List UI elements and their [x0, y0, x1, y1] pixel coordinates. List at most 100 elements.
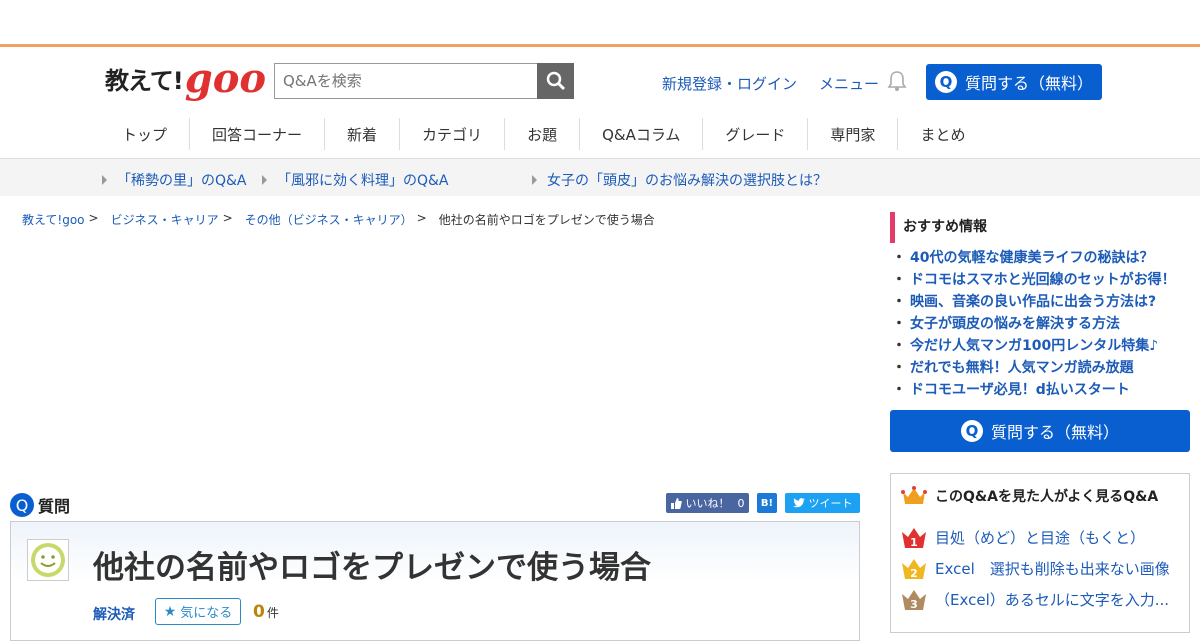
recommend-item-label: 女子が頭皮の悩みを解決する方法 — [910, 316, 1120, 332]
nav-answer-corner[interactable]: 回答コーナー — [190, 118, 326, 150]
bullet: ・ — [892, 338, 906, 354]
nav-top[interactable]: トップ — [100, 118, 191, 150]
nav-expert[interactable]: 専門家 — [808, 118, 899, 150]
recommend-title: おすすめ情報 — [890, 212, 1190, 243]
recommend-item-label: ドコモユーザ必見！d払いスタート — [910, 382, 1130, 398]
subnav-link[interactable]: 「風邪に効く料理」のQ&A — [262, 170, 449, 190]
search-bar — [274, 63, 574, 99]
watch-button[interactable]: ★ 気になる — [155, 598, 241, 625]
recommend-item-label: 今だけ人気マンガ100円レンタル特集♪ — [910, 338, 1159, 354]
site-header: 教えて! goo 新規登録・ログイン メニュー Q 質問する（無料） — [0, 47, 1200, 113]
nav-qa-column[interactable]: Q&Aコラム — [580, 118, 704, 150]
twitter-bird-icon — [792, 498, 805, 508]
bullet: ・ — [892, 360, 906, 376]
recommend-item-label: ドコモはスマホと光回線のセットがお得！ — [910, 272, 1176, 288]
avatar[interactable] — [27, 539, 69, 581]
facebook-like-button[interactable]: いいね！ 0 — [666, 493, 749, 513]
rank-number: 3 — [910, 598, 918, 611]
watch-count: 0件 — [253, 602, 279, 622]
ask-question-button[interactable]: Q 質問する（無料） — [926, 64, 1102, 100]
search-icon — [546, 71, 565, 91]
rank-2-crown-icon: 2 — [902, 558, 926, 580]
bullet: ・ — [892, 250, 906, 266]
resolved-status: 解決済 — [93, 607, 135, 623]
recommend-item[interactable]: ・ドコモはスマホと光回線のセットがお得！ — [890, 269, 1190, 291]
watch-label: 気になる — [180, 606, 233, 621]
sidebar-ask-label: 質問する（無料） — [990, 423, 1119, 442]
triangle-right-icon — [532, 175, 537, 185]
watch-count-unit: 件 — [266, 606, 279, 620]
star-icon: ★ — [163, 603, 177, 620]
rank-number: 2 — [910, 567, 918, 580]
recommend-item-label: 40代の気軽な健康美ライフの秘訣は？ — [910, 250, 1154, 266]
recommend-item[interactable]: ・女子が頭皮の悩みを解決する方法 — [890, 313, 1190, 335]
header-links: 新規登録・ログイン メニュー — [662, 73, 879, 94]
tweet-label: ツイート — [808, 497, 853, 510]
related-ranking-title-label: このQ&Aを見た人がよく見るQ&A — [935, 489, 1159, 505]
breadcrumb: 教えて!goo > ビジネス・キャリア > その他（ビジネス・キャリア） > 他… — [22, 211, 655, 228]
tweet-button[interactable]: ツイート — [785, 493, 860, 513]
recommend-item[interactable]: ・映画、音楽の良い作品に出会う方法は? — [890, 291, 1190, 313]
breadcrumb-separator: > — [88, 211, 99, 225]
thumbs-up-icon — [670, 497, 682, 509]
related-ranking-list: 1 目処（めど）と目途（もくと） 2 Excel 選択も削除も出来ない画像 3 … — [901, 522, 1179, 615]
ranking-item[interactable]: 2 Excel 選択も削除も出来ない画像 — [901, 553, 1179, 584]
search-button[interactable] — [537, 63, 574, 99]
subnav-link-label: 「稀勢の里」のQ&A — [117, 173, 247, 189]
bullet: ・ — [892, 316, 906, 332]
like-label: いいね！ — [685, 497, 730, 510]
rank-3-crown-icon: 3 — [902, 589, 926, 611]
like-count: 0 — [737, 496, 745, 510]
watch-count-value: 0 — [253, 602, 265, 622]
login-link[interactable]: 新規登録・ログイン — [662, 73, 797, 94]
breadcrumb-category[interactable]: ビジネス・キャリア — [111, 211, 219, 228]
nav-theme[interactable]: お題 — [505, 118, 581, 150]
site-logo[interactable]: 教えて! goo — [105, 55, 267, 102]
nav-category[interactable]: カテゴリ — [400, 118, 506, 150]
nav-matome[interactable]: まとめ — [898, 118, 987, 150]
recommend-item[interactable]: ・今だけ人気マンガ100円レンタル特集♪ — [890, 335, 1190, 357]
ranking-item-label: Excel 選択も削除も出来ない画像 — [935, 560, 1170, 578]
ranking-item-label: 目処（めど）と目途（もくと） — [935, 529, 1146, 547]
smiley-face-icon — [31, 543, 65, 577]
recommend-item-label: だれでも無料！人気マンガ読み放題 — [910, 360, 1134, 376]
question-section-label: 質問 — [38, 497, 71, 516]
ranking-item-label: （Excel）あるセルに文字を入力... — [935, 591, 1170, 609]
rank-1-crown-icon: 1 — [902, 527, 926, 549]
search-input[interactable] — [274, 63, 537, 99]
breadcrumb-separator: > — [222, 211, 233, 225]
recommend-item[interactable]: ・ 40代の気軽な健康美ライフの秘訣は？ — [890, 247, 1190, 269]
global-nav: トップ 回答コーナー 新着 カテゴリ お題 Q&Aコラム グレード 専門家 まと… — [100, 117, 987, 151]
subnav-link-label: 「風邪に効く料理」のQ&A — [277, 173, 449, 189]
subnav-link[interactable]: 女子の「頭皮」のお悩み解決の選択肢とは？ — [532, 170, 827, 190]
topic-subnav: 「稀勢の里」のQ&A 「風邪に効く料理」のQ&A 女子の「頭皮」のお悩み解決の選… — [0, 158, 1200, 196]
logo-text: 教えて! — [105, 67, 184, 95]
sidebar: おすすめ情報 ・ 40代の気軽な健康美ライフの秘訣は？ ・ドコモはスマホと光回線の… — [890, 212, 1190, 633]
menu-link[interactable]: メニュー — [819, 73, 879, 94]
notification-bell-icon[interactable] — [886, 70, 908, 96]
subnav-link[interactable]: 「稀勢の里」のQ&A — [102, 170, 247, 190]
question-title: 他社の名前やロゴをプレゼンで使う場合 — [93, 550, 651, 586]
triangle-right-icon — [262, 175, 267, 185]
nav-grade[interactable]: グレード — [703, 118, 809, 150]
bullet: ・ — [892, 294, 906, 310]
ranking-item[interactable]: 1 目処（めど）と目途（もくと） — [901, 522, 1179, 553]
related-ranking-box: このQ&Aを見た人がよく見るQ&A 1 目処（めど）と目途（もくと） 2 Exc… — [890, 473, 1190, 633]
breadcrumb-current: 他社の名前やロゴをプレゼンで使う場合 — [438, 213, 655, 227]
recommend-item[interactable]: ・だれでも無料！人気マンガ読み放題 — [890, 357, 1190, 379]
breadcrumb-subcategory[interactable]: その他（ビジネス・キャリア） — [245, 211, 413, 228]
ranking-item[interactable]: 3 （Excel）あるセルに文字を入力... — [901, 584, 1179, 615]
hatena-bookmark-button[interactable]: B! — [757, 493, 777, 513]
sidebar-ask-question-button[interactable]: Q 質問する（無料） — [890, 410, 1190, 452]
rank-number: 1 — [910, 536, 918, 549]
recommend-item[interactable]: ・ドコモユーザ必見！d払いスタート — [890, 379, 1190, 401]
top-ad-space — [0, 0, 1200, 47]
crown-icon — [901, 486, 927, 504]
q-badge-icon: Q — [10, 493, 34, 517]
nav-new[interactable]: 新着 — [325, 118, 401, 150]
breadcrumb-home[interactable]: 教えて!goo — [22, 211, 85, 228]
subnav-link-label: 女子の「頭皮」のお悩み解決の選択肢とは？ — [547, 173, 827, 189]
logo-goo: goo — [184, 55, 267, 102]
question-card: 他社の名前やロゴをプレゼンで使う場合 解決済 ★ 気になる 0件 — [10, 521, 860, 641]
recommend-item-label: 映画、音楽の良い作品に出会う方法は? — [910, 294, 1157, 310]
